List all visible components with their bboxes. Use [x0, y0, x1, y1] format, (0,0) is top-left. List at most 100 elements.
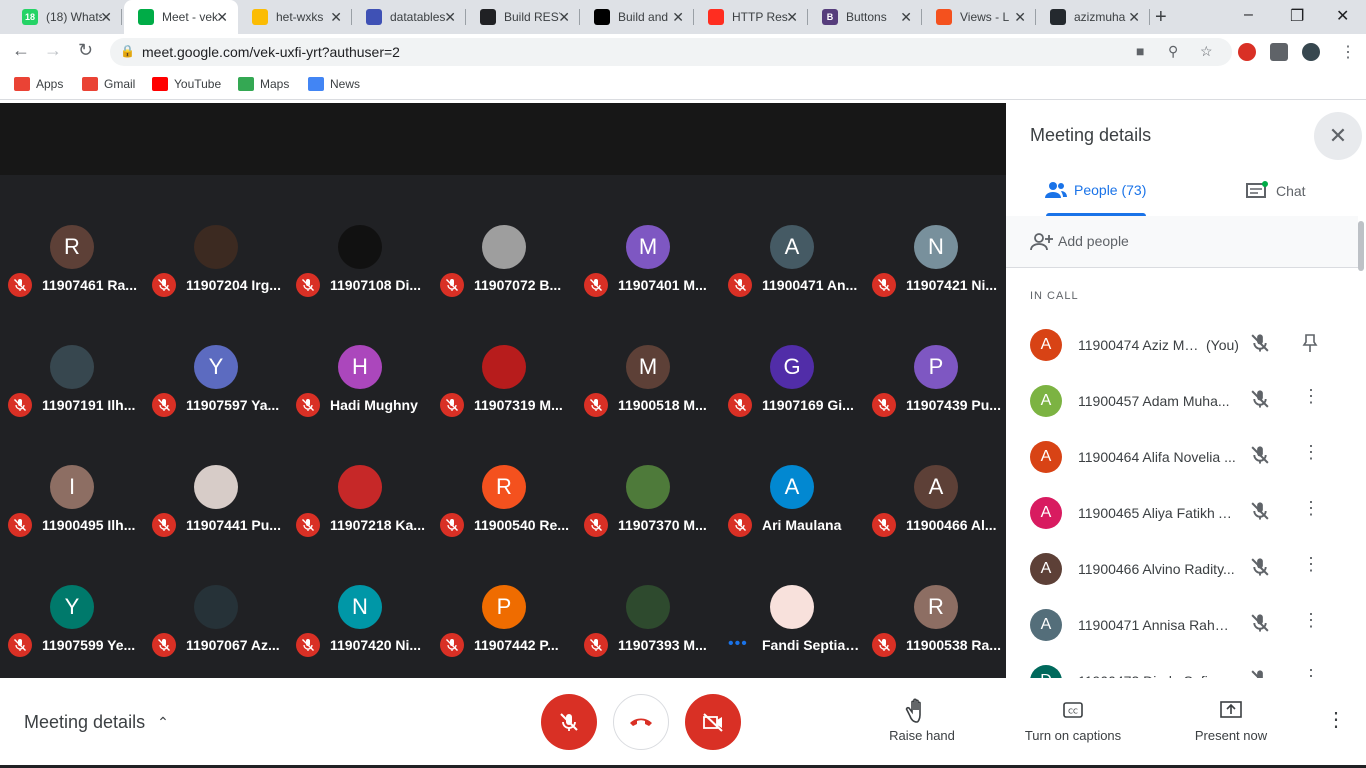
- participant-tile[interactable]: A 11900466 Al...: [864, 453, 1008, 573]
- bookmark-item[interactable]: Maps: [238, 77, 289, 91]
- browser-tab[interactable]: het-wxks ✕: [238, 0, 352, 34]
- tab-people[interactable]: People (73): [1044, 181, 1146, 199]
- microphone-toggle-button[interactable]: [541, 694, 597, 750]
- participant-tile[interactable]: 11907108 Di...: [288, 213, 432, 333]
- participant-tile[interactable]: R 11907461 Ra...: [0, 213, 144, 333]
- bookmark-item[interactable]: News: [308, 77, 360, 91]
- tab-chat[interactable]: Chat: [1246, 181, 1306, 201]
- maximize-icon[interactable]: ❐: [1290, 6, 1304, 26]
- participant-tile[interactable]: A Ari Maulana: [720, 453, 864, 573]
- participant-tile[interactable]: 11907191 Ilh...: [0, 333, 144, 453]
- add-people-button[interactable]: Add people: [1006, 216, 1358, 268]
- close-tab-icon[interactable]: ✕: [216, 10, 228, 24]
- key-icon[interactable]: ⚲: [1168, 43, 1178, 60]
- participant-tile[interactable]: 11907204 Irg...: [144, 213, 288, 333]
- extension-icon[interactable]: [1238, 43, 1256, 61]
- close-tab-icon[interactable]: ✕: [672, 10, 684, 24]
- captions-button[interactable]: CC Turn on captions: [998, 698, 1148, 743]
- camera-toggle-button[interactable]: [685, 694, 741, 750]
- participant-tile[interactable]: M 11907401 M...: [576, 213, 720, 333]
- close-tab-icon[interactable]: ✕: [444, 10, 456, 24]
- participant-tile[interactable]: 11907067 Az...: [144, 573, 288, 693]
- people-list-item[interactable]: A 11900465 Aliya Fatikh A... ⋮: [1006, 485, 1358, 541]
- close-tab-icon[interactable]: ✕: [100, 10, 112, 24]
- avatar: P: [914, 345, 958, 389]
- reload-icon[interactable]: ↻: [78, 40, 93, 61]
- address-bar[interactable]: 🔒 meet.google.com/vek-uxfi-yrt?authuser=…: [110, 38, 1232, 66]
- participant-tile[interactable]: R 11900540 Re...: [432, 453, 576, 573]
- participant-tile[interactable]: 11907319 M...: [432, 333, 576, 453]
- participant-tile[interactable]: N 11907421 Ni...: [864, 213, 1008, 333]
- bookmark-item[interactable]: Apps: [14, 77, 63, 91]
- people-list-item[interactable]: A 11900466 Alvino Radity... ⋮: [1006, 541, 1358, 597]
- participant-tile[interactable]: H Hadi Mughny: [288, 333, 432, 453]
- puzzle-icon[interactable]: [1270, 43, 1288, 61]
- more-options-icon[interactable]: ⋮: [1302, 443, 1320, 461]
- leave-call-button[interactable]: [613, 694, 669, 750]
- browser-tab[interactable]: HTTP Res ✕: [694, 0, 808, 34]
- close-panel-button[interactable]: ✕: [1314, 112, 1362, 160]
- meeting-details-toggle[interactable]: Meeting details ⌃: [24, 712, 169, 733]
- participant-tile[interactable]: G 11907169 Gi...: [720, 333, 864, 453]
- participant-tile[interactable]: Y 11907599 Ye...: [0, 573, 144, 693]
- participant-tile[interactable]: 11907370 M...: [576, 453, 720, 573]
- browser-tab[interactable]: 18 (18) WhatsApp✕: [8, 0, 122, 34]
- browser-menu-icon[interactable]: ⋮: [1340, 42, 1356, 62]
- participant-tile[interactable]: P 11907442 P...: [432, 573, 576, 693]
- bookmark-item[interactable]: YouTube: [152, 77, 221, 91]
- browser-tab[interactable]: Build and ✕: [580, 0, 694, 34]
- close-window-icon[interactable]: ✕: [1336, 6, 1349, 26]
- captions-icon: CC: [1063, 702, 1083, 718]
- browser-tab[interactable]: Views - L ✕: [922, 0, 1036, 34]
- present-now-button[interactable]: Present now: [1156, 698, 1306, 743]
- people-list-item[interactable]: A 11900471 Annisa Rahma... ⋮: [1006, 597, 1358, 653]
- participant-tile[interactable]: I 11900495 Ilh...: [0, 453, 144, 573]
- people-list-item[interactable]: A 11900464 Alifa Novelia ... ⋮: [1006, 429, 1358, 485]
- star-icon[interactable]: ☆: [1200, 43, 1213, 60]
- participant-tile[interactable]: 11907072 B...: [432, 213, 576, 333]
- browser-tab[interactable]: Build REST ✕: [466, 0, 580, 34]
- more-options-icon[interactable]: ⋮: [1326, 710, 1346, 730]
- people-list-item[interactable]: A 11900457 Adam Muha... ⋮: [1006, 373, 1358, 429]
- participant-tile[interactable]: M 11900518 M...: [576, 333, 720, 453]
- tab-separator: [121, 9, 122, 25]
- more-options-icon[interactable]: ⋮: [1302, 611, 1320, 629]
- more-options-icon[interactable]: ⋮: [1302, 499, 1320, 517]
- more-options-icon[interactable]: ⋮: [1302, 555, 1320, 573]
- minimize-icon[interactable]: –: [1244, 6, 1253, 24]
- new-tab-button[interactable]: +: [1155, 6, 1167, 29]
- back-icon[interactable]: ←: [12, 40, 30, 61]
- participant-tile[interactable]: P 11907439 Pu...: [864, 333, 1008, 453]
- close-tab-icon[interactable]: ✕: [1014, 10, 1026, 24]
- forward-icon[interactable]: →: [44, 40, 62, 61]
- more-options-icon[interactable]: ⋮: [1302, 387, 1320, 405]
- participant-tile[interactable]: 11907218 Ka...: [288, 453, 432, 573]
- pin-icon[interactable]: [1302, 333, 1318, 358]
- avatar: G: [770, 345, 814, 389]
- close-tab-icon[interactable]: ✕: [900, 10, 912, 24]
- participant-tile[interactable]: A 11900471 An...: [720, 213, 864, 333]
- close-tab-icon[interactable]: ✕: [558, 10, 570, 24]
- participant-tile[interactable]: 11907393 M...: [576, 573, 720, 693]
- close-tab-icon[interactable]: ✕: [786, 10, 798, 24]
- raise-hand-button[interactable]: Raise hand: [847, 698, 997, 743]
- browser-tab[interactable]: azizmuha ✕: [1036, 0, 1150, 34]
- panel-scrollbar[interactable]: [1358, 221, 1364, 271]
- close-tab-icon[interactable]: ✕: [1128, 10, 1140, 24]
- bookmark-item[interactable]: Gmail: [82, 77, 135, 91]
- browser-tab[interactable]: Meet - vek-uxfi-yrt✕: [124, 0, 238, 34]
- close-tab-icon[interactable]: ✕: [330, 10, 342, 24]
- participant-tile[interactable]: Y 11907597 Ya...: [144, 333, 288, 453]
- participant-tile[interactable]: R 11900538 Ra...: [864, 573, 1008, 693]
- close-icon: ✕: [1328, 123, 1348, 148]
- profile-avatar[interactable]: [1302, 43, 1320, 61]
- mic-muted-icon: [152, 633, 176, 657]
- participant-tile[interactable]: N 11907420 Ni...: [288, 573, 432, 693]
- browser-tab[interactable]: B Buttons ✕: [808, 0, 922, 34]
- browser-tab[interactable]: datatables ✕: [352, 0, 466, 34]
- avatar: N: [914, 225, 958, 269]
- people-list-item[interactable]: A 11900474 Aziz Mu... (You): [1006, 317, 1358, 373]
- participant-tile[interactable]: 11907441 Pu...: [144, 453, 288, 573]
- camera-icon[interactable]: ■: [1136, 43, 1144, 59]
- participant-tile[interactable]: ••• Fandi Septiana: [720, 573, 864, 693]
